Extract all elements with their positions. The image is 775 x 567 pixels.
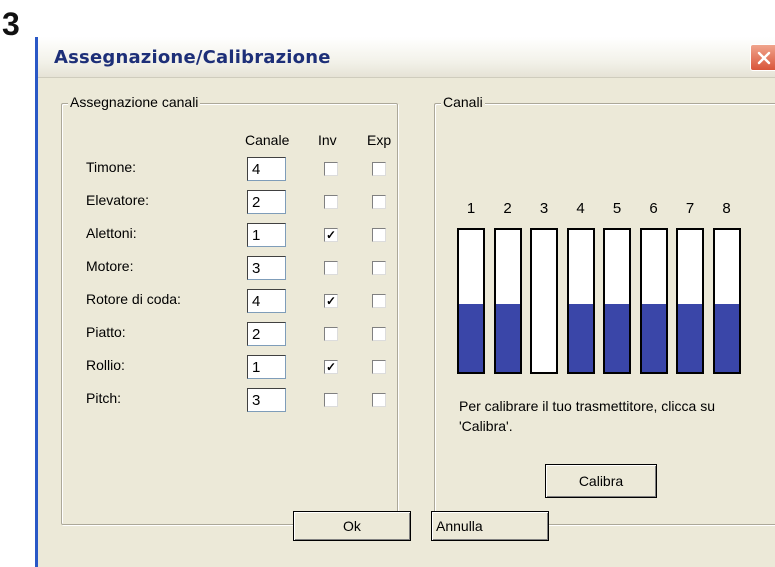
channel-bar-fill — [568, 304, 593, 372]
channel-number: 1 — [466, 200, 476, 217]
check-icon: ✓ — [326, 228, 337, 242]
channel-bar — [457, 228, 485, 374]
row-label: Piatto: — [86, 324, 126, 340]
check-icon: ✓ — [326, 360, 337, 374]
canale-header: Canale — [245, 132, 290, 148]
channel-number: 6 — [649, 200, 658, 217]
row-label: Alettoni: — [86, 225, 137, 241]
channel-number: 3 — [539, 200, 549, 217]
exp-checkbox[interactable] — [372, 393, 386, 407]
assignment-group-title: Assegnazione canali — [68, 94, 201, 110]
ok-button[interactable]: Ok — [293, 511, 411, 541]
channel-bar — [493, 228, 522, 374]
channel-input[interactable]: 2 — [247, 190, 286, 214]
exp-checkbox[interactable] — [372, 195, 386, 209]
close-icon — [757, 51, 771, 64]
row-label: Pitch: — [86, 390, 122, 406]
title-bar: Assegnazione/Calibrazione — [38, 37, 775, 78]
exp-checkbox[interactable] — [372, 360, 386, 374]
channel-input[interactable]: 4 — [247, 157, 286, 181]
inv-checkbox[interactable] — [324, 195, 338, 209]
calibration-info-text: Per calibrare il tuo trasmettitore, clic… — [459, 398, 715, 434]
cancel-button[interactable]: Annulla — [431, 511, 549, 541]
inv-header: Inv — [318, 132, 337, 148]
inv-checkbox[interactable] — [324, 393, 338, 407]
channel-bar-fill — [678, 304, 702, 372]
channel-number: 5 — [612, 200, 622, 217]
channel-number: 4 — [576, 200, 585, 217]
channel-input[interactable]: 4 — [247, 289, 286, 313]
channel-bar-fill — [495, 304, 520, 372]
calibrate-button[interactable]: Calibra — [545, 464, 657, 498]
exp-checkbox[interactable] — [372, 261, 386, 275]
inv-checkbox[interactable]: ✓ — [324, 228, 338, 242]
inv-checkbox[interactable] — [324, 162, 338, 176]
channel-bar-fill — [641, 304, 666, 372]
dialog-window: Assegnazione/Calibrazione Assegnazione c… — [35, 37, 775, 567]
assignment-group: Assegnazione canali Canale Inv Exp Timon… — [61, 94, 398, 525]
channel-input[interactable]: 1 — [247, 355, 286, 379]
exp-checkbox[interactable] — [372, 228, 386, 242]
channel-bar — [603, 228, 631, 374]
row-label: Timone: — [86, 159, 137, 175]
inv-checkbox[interactable] — [324, 327, 338, 341]
channel-number: 2 — [503, 200, 512, 217]
channel-bar — [712, 228, 741, 374]
channel-bar-fill — [605, 304, 629, 372]
inv-checkbox[interactable]: ✓ — [324, 294, 338, 308]
channel-input[interactable]: 3 — [247, 256, 286, 280]
channel-number: 8 — [722, 200, 731, 217]
step-number: 3 — [2, 6, 20, 42]
channel-bar — [639, 228, 668, 374]
row-label: Rotore di coda: — [86, 291, 181, 307]
channel-input[interactable]: 1 — [247, 223, 286, 247]
channel-bar — [676, 228, 704, 374]
inv-checkbox[interactable]: ✓ — [324, 360, 338, 374]
close-button[interactable] — [750, 44, 775, 71]
channel-bar — [530, 228, 558, 374]
channels-group: Canali 1 2 3 4 5 6 7 8 Per calibrare il tuo tra… — [434, 94, 775, 525]
exp-checkbox[interactable] — [372, 327, 386, 341]
window-title: Assegnazione/Calibrazione — [54, 47, 331, 68]
row-label: Rollio: — [86, 357, 125, 373]
exp-header: Exp — [367, 132, 392, 148]
channel-bar-fill — [459, 304, 483, 372]
channel-input[interactable]: 3 — [247, 388, 286, 412]
row-label: Elevatore: — [86, 192, 150, 208]
exp-checkbox[interactable] — [372, 294, 386, 308]
exp-checkbox[interactable] — [372, 162, 386, 176]
check-icon: ✓ — [326, 294, 337, 308]
inv-checkbox[interactable] — [324, 261, 338, 275]
channel-bar-fill — [714, 304, 739, 372]
channel-input[interactable]: 2 — [247, 322, 286, 346]
channel-number: 7 — [685, 200, 695, 217]
row-label: Motore: — [86, 258, 134, 274]
channel-bar — [566, 228, 595, 374]
channels-group-title: Canali — [441, 94, 485, 110]
